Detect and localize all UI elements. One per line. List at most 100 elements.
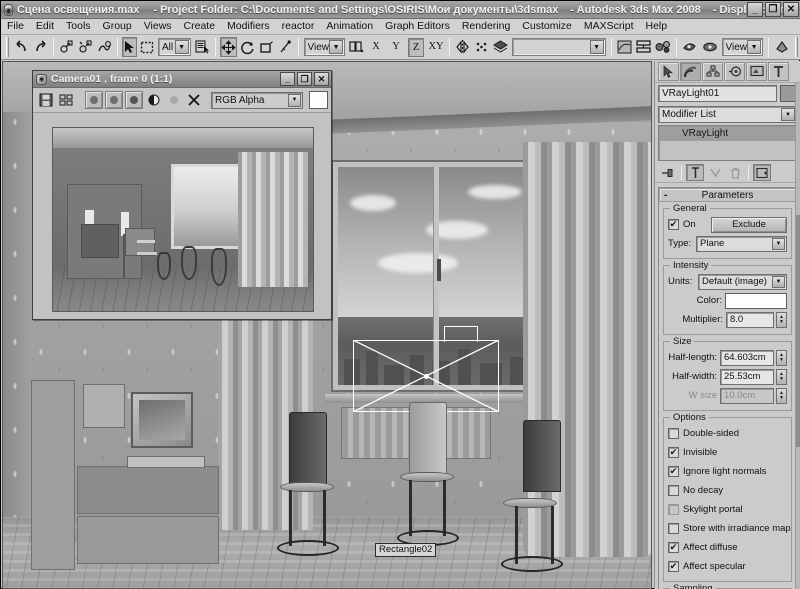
display-tab[interactable]: [746, 62, 767, 81]
clear-icon[interactable]: [185, 91, 203, 109]
parameters-rollout-header[interactable]: - Parameters: [659, 188, 796, 202]
bind-space-warp-icon[interactable]: [96, 37, 113, 57]
select-by-name-icon[interactable]: [194, 37, 211, 57]
utilities-tab[interactable]: [768, 62, 789, 81]
menu-item-rendering[interactable]: Rendering: [456, 19, 516, 34]
store-with-irradiance-map-checkbox[interactable]: [668, 523, 679, 534]
menu-item-file[interactable]: File: [1, 19, 30, 34]
select-and-link-icon[interactable]: [58, 37, 75, 57]
chevron-down-icon[interactable]: ▼: [589, 40, 604, 54]
chevron-down-icon[interactable]: ▼: [288, 93, 301, 107]
modify-tab[interactable]: [680, 62, 701, 81]
close-button[interactable]: ✕: [783, 2, 799, 17]
material-editor-icon[interactable]: [654, 37, 672, 57]
exclude-button[interactable]: Exclude: [711, 216, 787, 233]
select-object-arrow-icon[interactable]: [121, 37, 137, 57]
pin-icon[interactable]: [659, 164, 677, 181]
menu-item-edit[interactable]: Edit: [30, 19, 60, 34]
menu-item-customize[interactable]: Customize: [516, 19, 578, 34]
light-type-combo[interactable]: Plane ▼: [696, 235, 787, 252]
curve-editor-icon[interactable]: [616, 37, 633, 57]
mirror-icon[interactable]: [454, 37, 471, 57]
menu-item-create[interactable]: Create: [178, 19, 222, 34]
reference-coordinate-system-combo[interactable]: View ▼: [303, 38, 346, 56]
minimize-button[interactable]: _: [747, 2, 763, 17]
double-sided-checkbox[interactable]: [668, 428, 679, 439]
units-combo[interactable]: Default (image) ▼: [698, 273, 787, 290]
chevron-down-icon[interactable]: ▼: [747, 40, 762, 54]
menu-item-maxscript[interactable]: MAXScript: [578, 19, 640, 34]
affect-diffuse-checkbox[interactable]: ✔: [668, 542, 679, 553]
menu-item-reactor[interactable]: reactor: [276, 19, 321, 34]
green-channel-icon[interactable]: [105, 91, 123, 109]
quick-render-icon[interactable]: [701, 37, 719, 57]
affect-specular-checkbox[interactable]: ✔: [668, 561, 679, 572]
hierarchy-tab[interactable]: [702, 62, 723, 81]
render-viewport-combo[interactable]: View ▼: [721, 38, 764, 56]
undo-icon[interactable]: [13, 37, 30, 57]
clone-bitmap-icon[interactable]: [57, 91, 75, 109]
monochrome-icon[interactable]: [145, 91, 163, 109]
align-icon[interactable]: [473, 37, 490, 57]
unlink-selection-icon[interactable]: [77, 37, 94, 57]
render-window-maximize-button[interactable]: ❐: [297, 72, 312, 86]
menu-item-views[interactable]: Views: [138, 19, 178, 34]
modifier-stack-item-vraylight[interactable]: VRayLight: [660, 127, 795, 141]
axis-constraint-x[interactable]: X: [368, 38, 384, 57]
select-and-rotate-icon[interactable]: [239, 37, 256, 57]
axis-constraint-z[interactable]: Z: [408, 37, 425, 57]
menu-item-animation[interactable]: Animation: [320, 19, 379, 34]
multiplier-spinner[interactable]: ▲ ▼: [776, 311, 787, 328]
toolbar-grip[interactable]: [795, 37, 798, 57]
toolbar-grip[interactable]: [6, 37, 9, 57]
render-window-minimize-button[interactable]: _: [280, 72, 295, 86]
rollout-collapse-icon[interactable]: -: [664, 190, 667, 201]
multiplier-field[interactable]: 8.0: [726, 311, 774, 328]
axis-constraint-y[interactable]: Y: [388, 38, 404, 57]
light-color-swatch[interactable]: [725, 292, 787, 309]
command-panel[interactable]: VRayLight01 Modifier List ▼ VRayLight - …: [654, 61, 800, 589]
half-width-spinner[interactable]: ▲ ▼: [776, 368, 787, 385]
render-color-swatch[interactable]: [309, 91, 328, 109]
axis-constraint-xy[interactable]: XY: [428, 38, 444, 57]
chevron-down-icon[interactable]: ▼: [174, 40, 189, 54]
save-bitmap-icon[interactable]: [37, 91, 55, 109]
channel-display-combo[interactable]: RGB Alpha ▼: [211, 91, 303, 109]
chevron-down-icon[interactable]: ▼: [329, 40, 344, 54]
red-channel-icon[interactable]: [85, 91, 103, 109]
selection-filter-combo[interactable]: All ▼: [157, 38, 191, 56]
render-frame-window[interactable]: ◉ Camera01 , frame 0 (1:1) _ ❐ ✕ RGB Alp…: [32, 70, 332, 320]
named-selection-sets-combo[interactable]: ▼: [512, 38, 606, 56]
restore-button[interactable]: ❐: [765, 2, 781, 17]
render-window-close-button[interactable]: ✕: [314, 72, 329, 86]
select-region-icon[interactable]: [139, 37, 155, 57]
ignore-light-normals-checkbox[interactable]: ✔: [668, 466, 679, 477]
chevron-down-icon[interactable]: ▼: [772, 237, 785, 250]
modifier-stack[interactable]: VRayLight: [658, 125, 797, 161]
schematic-view-icon[interactable]: [635, 37, 652, 57]
layer-manager-icon[interactable]: [492, 37, 509, 57]
redo-icon[interactable]: [32, 37, 49, 57]
menu-item-help[interactable]: Help: [640, 19, 674, 34]
blue-channel-icon[interactable]: [125, 91, 143, 109]
modifier-list-combo[interactable]: Modifier List ▼: [658, 106, 797, 123]
invisible-checkbox[interactable]: ✔: [668, 447, 679, 458]
motion-tab[interactable]: [724, 62, 745, 81]
half-width-field[interactable]: 25.53cm: [720, 368, 774, 385]
chevron-down-icon[interactable]: ▼: [772, 275, 785, 288]
manipulate-icon[interactable]: [277, 37, 294, 57]
select-and-move-icon[interactable]: [219, 37, 237, 57]
no-decay-checkbox[interactable]: [668, 485, 679, 496]
object-name-field[interactable]: VRayLight01: [658, 85, 777, 102]
menu-item-modifiers[interactable]: Modifiers: [221, 19, 276, 34]
create-tab[interactable]: [658, 62, 679, 81]
menu-item-group[interactable]: Group: [97, 19, 138, 34]
use-pivot-center-icon[interactable]: [348, 37, 365, 57]
half-length-field[interactable]: 64.603cm: [720, 349, 774, 366]
show-end-result-icon[interactable]: [686, 164, 704, 181]
configure-sets-icon[interactable]: [753, 164, 771, 181]
render-type-icon[interactable]: [773, 37, 791, 57]
menu-item-graph-editors[interactable]: Graph Editors: [379, 19, 456, 34]
chevron-down-icon[interactable]: ▼: [781, 108, 795, 121]
alpha-channel-icon[interactable]: [165, 91, 183, 109]
